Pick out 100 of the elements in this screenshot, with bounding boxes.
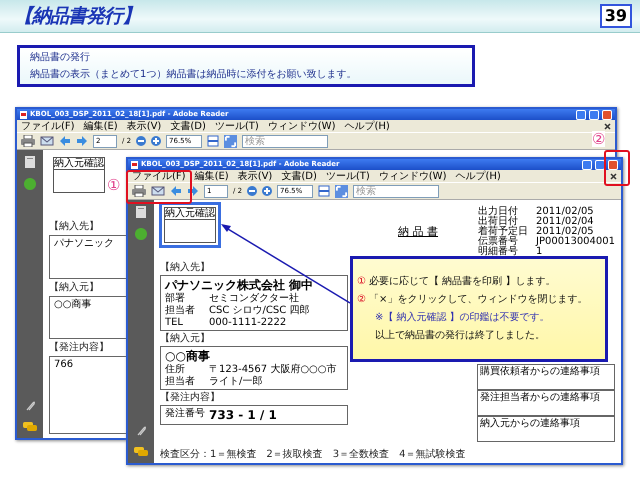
meta-label: 伝票番号: [478, 237, 520, 247]
meta-label: 明細番号: [478, 247, 520, 257]
instruction-text: ② 「×」をクリックして、ウィンドウを閉じます。: [357, 294, 588, 306]
meta-value: 2011/02/05: [536, 227, 594, 237]
paperclip-icon: [24, 400, 36, 412]
meta-label: 着荷予定日: [478, 227, 528, 237]
help-icon: [135, 228, 147, 240]
highlight-frame: [126, 170, 192, 204]
fit-page-icon[interactable]: [335, 184, 348, 198]
print-icon[interactable]: [21, 135, 35, 147]
mail-icon[interactable]: [40, 135, 54, 147]
close-button[interactable]: [602, 110, 612, 120]
note-text: ※【 納入元確認 】の印鑑は不要です。: [374, 312, 550, 324]
field-value: セミコンダクター社: [209, 293, 299, 304]
zoom-in-icon[interactable]: [151, 136, 162, 146]
meta-value: 1: [536, 247, 544, 257]
left-arrow-icon[interactable]: [59, 135, 71, 147]
menu-item[interactable]: ヘルプ(H): [344, 120, 390, 132]
minimize-button[interactable]: [576, 110, 586, 120]
section-heading: 【納入元】: [49, 282, 99, 293]
note-box: 納入元からの連絡事項: [477, 416, 615, 442]
meta-label: 出力日付: [478, 207, 520, 217]
instruction-text: 以上で納品書の発行は終了しました。: [374, 330, 545, 342]
section-heading: 【納入先】: [49, 221, 99, 232]
info-text: 766: [54, 359, 74, 370]
menu-item[interactable]: ツール(T): [214, 120, 259, 132]
comment-icon: [23, 422, 37, 432]
note-box: 発注担当者からの連絡事項: [477, 390, 615, 416]
field-value: ライト/一郎: [209, 376, 262, 387]
pdf-icon: [131, 160, 138, 168]
menu-item[interactable]: ウィンドウ(W): [378, 170, 446, 182]
mail-icon[interactable]: [151, 185, 165, 197]
menu-item[interactable]: 文書(D): [170, 120, 206, 132]
section-heading: 【発注内容】: [160, 392, 220, 403]
menu-item[interactable]: 表示(V): [126, 120, 162, 132]
zoom-out-icon[interactable]: [136, 136, 146, 146]
fit-page-icon[interactable]: [224, 134, 238, 148]
maximize-button[interactable]: [595, 160, 605, 170]
instruction-text: ① 必要に応じて【 納品書を印刷 】します。: [357, 276, 556, 288]
maximize-button[interactable]: [589, 110, 599, 120]
step-marker: ②: [592, 131, 606, 147]
close-button[interactable]: [608, 160, 618, 170]
section-heading: 【納入元】: [160, 333, 210, 344]
menu-item[interactable]: ウィンドウ(W): [268, 120, 336, 132]
menu-item[interactable]: 文書(D): [281, 170, 317, 182]
right-arrow-icon[interactable]: [187, 185, 199, 197]
zoom-in-icon[interactable]: [262, 186, 272, 196]
section-heading: 【納入先】: [160, 262, 210, 273]
meta-label: 出荷日付: [478, 217, 520, 227]
field-value: 〒123-4567 大阪府○○○市: [209, 364, 336, 375]
pages-icon: [136, 206, 146, 218]
field-value: CSC シロウ/CSC 四郎: [209, 305, 310, 316]
step-marker: ①: [107, 177, 120, 193]
meta-value: 2011/02/04: [536, 217, 595, 227]
section-heading: 【発注内容】: [49, 342, 109, 354]
document-title: 納 品 書: [398, 225, 438, 238]
menu-item[interactable]: 表示(V): [238, 170, 272, 182]
pages-icon: [25, 156, 35, 168]
paperclip-icon: [135, 425, 147, 437]
menu-item[interactable]: 編集(E): [194, 170, 229, 182]
field-label: 担当者: [165, 305, 196, 316]
note-box: 購買依頼者からの連絡事項: [477, 364, 615, 390]
left-arrow-icon[interactable]: [170, 185, 182, 197]
field-label: TEL: [165, 317, 184, 328]
right-arrow-icon[interactable]: [76, 135, 88, 147]
page-layout-icon[interactable]: [318, 185, 330, 197]
meta-value: 2011/02/05: [536, 207, 595, 217]
minimize-button[interactable]: [582, 160, 592, 170]
field-label: 住所: [165, 364, 186, 375]
intro-text: 納品書の発行: [30, 51, 91, 64]
field-value: 000-1111-2222: [209, 317, 286, 328]
company-name: ○○商事: [165, 349, 210, 363]
zoom-out-icon[interactable]: [247, 186, 258, 196]
close-icon: [604, 122, 611, 130]
meta-value: JP00013004001: [536, 237, 615, 247]
order-number: 733 - 1 / 1: [209, 408, 277, 422]
field-label: 担当者: [165, 376, 196, 387]
pdf-icon: [20, 110, 27, 118]
field-label: 部署: [165, 293, 186, 304]
highlight-frame: [604, 150, 630, 186]
field-label: 発注番号: [165, 408, 203, 421]
menu-item[interactable]: ヘルプ(H): [455, 170, 501, 182]
footer-note: 検査区分：1＝無検査 2＝抜取検査 3＝全数検査 4＝無試験検査: [160, 449, 466, 460]
stamp-label: 納入元確認: [165, 208, 215, 220]
slide-title: 【納品書発行】: [14, 4, 140, 29]
comment-icon: [134, 447, 148, 457]
company-name: パナソニック株式会社 御中: [165, 278, 314, 292]
info-text: パナソニック: [54, 238, 114, 250]
page-layout-icon[interactable]: [207, 135, 220, 147]
menu-item[interactable]: ツール(T): [326, 170, 370, 182]
intro-text: 納品書の表示（まとめて1つ）納品書は納品時に添付をお願い致します。: [30, 68, 358, 81]
page-number: 39: [600, 4, 632, 28]
help-icon: [24, 178, 36, 190]
close-icon: [610, 172, 617, 180]
menu-item[interactable]: ファイル(F): [21, 120, 75, 132]
stamp-label: 納入元確認: [54, 158, 104, 170]
menu-item[interactable]: 編集(E): [84, 120, 118, 132]
info-text: ○○商事: [54, 298, 92, 310]
print-icon[interactable]: [132, 185, 146, 197]
menu-item[interactable]: ファイル(F): [132, 170, 186, 182]
